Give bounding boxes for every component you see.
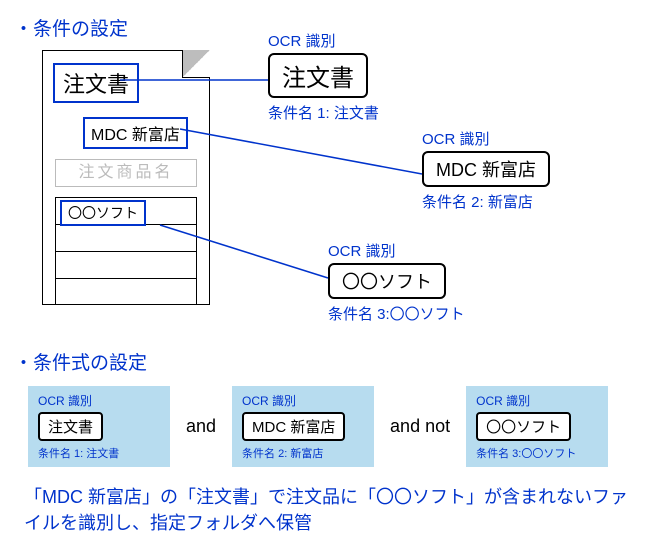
ocr-condition: 条件名 3:〇〇ソフト <box>328 303 465 324</box>
ocr-value-box: 〇〇ソフト <box>328 263 446 299</box>
table-row: 〇〇ソフト <box>56 198 196 225</box>
ocr-condition: 条件名 1: 注文書 <box>268 102 379 123</box>
card-value-box: MDC 新富店 <box>242 412 345 441</box>
card-value-box: 注文書 <box>38 412 103 441</box>
ocr-callout-3: OCR 識別 〇〇ソフト 条件名 3:〇〇ソフト <box>328 240 465 324</box>
doc-subtitle-box: MDC 新富店 <box>83 117 188 149</box>
card-condition: 条件名 1: 注文書 <box>38 445 160 461</box>
doc-placeholder-field: 注文商品名 <box>55 159 197 187</box>
table-row <box>56 252 196 279</box>
condition-card-3: OCR 識別 〇〇ソフト 条件名 3:〇〇ソフト <box>466 386 608 467</box>
condition-card-1: OCR 識別 注文書 条件名 1: 注文書 <box>28 386 170 467</box>
operator-and: and <box>186 416 216 437</box>
doc-item-table: 〇〇ソフト <box>55 197 197 305</box>
table-row <box>56 279 196 306</box>
section1-title: ・条件の設定 <box>14 14 128 41</box>
ocr-label: OCR 識別 <box>268 30 379 51</box>
card-label: OCR 識別 <box>242 392 364 409</box>
ocr-value-box: 注文書 <box>268 53 368 98</box>
section2-title: ・条件式の設定 <box>14 348 147 375</box>
ocr-label: OCR 識別 <box>422 128 550 149</box>
ocr-label: OCR 識別 <box>328 240 465 261</box>
ocr-condition: 条件名 2: 新富店 <box>422 191 550 212</box>
condition-expression: OCR 識別 注文書 条件名 1: 注文書 and OCR 識別 MDC 新富店… <box>28 386 608 467</box>
ocr-value-box: MDC 新富店 <box>422 151 550 187</box>
card-condition: 条件名 2: 新富店 <box>242 445 364 461</box>
card-condition: 条件名 3:〇〇ソフト <box>476 445 598 461</box>
card-label: OCR 識別 <box>476 392 598 409</box>
table-row <box>56 225 196 252</box>
card-value-box: 〇〇ソフト <box>476 412 571 441</box>
expression-summary: 「MDC 新富店」の「注文書」で注文品に「〇〇ソフト」が含まれないファイルを識別… <box>24 484 630 536</box>
ocr-callout-2: OCR 識別 MDC 新富店 条件名 2: 新富店 <box>422 128 550 212</box>
operator-and-not: and not <box>390 416 450 437</box>
sample-document: 注文書 MDC 新富店 注文商品名 〇〇ソフト <box>42 50 210 305</box>
condition-card-2: OCR 識別 MDC 新富店 条件名 2: 新富店 <box>232 386 374 467</box>
doc-title-box: 注文書 <box>53 63 139 103</box>
page-fold-icon <box>182 50 210 78</box>
doc-item-box: 〇〇ソフト <box>60 200 146 226</box>
card-label: OCR 識別 <box>38 392 160 409</box>
ocr-callout-1: OCR 識別 注文書 条件名 1: 注文書 <box>268 30 379 123</box>
